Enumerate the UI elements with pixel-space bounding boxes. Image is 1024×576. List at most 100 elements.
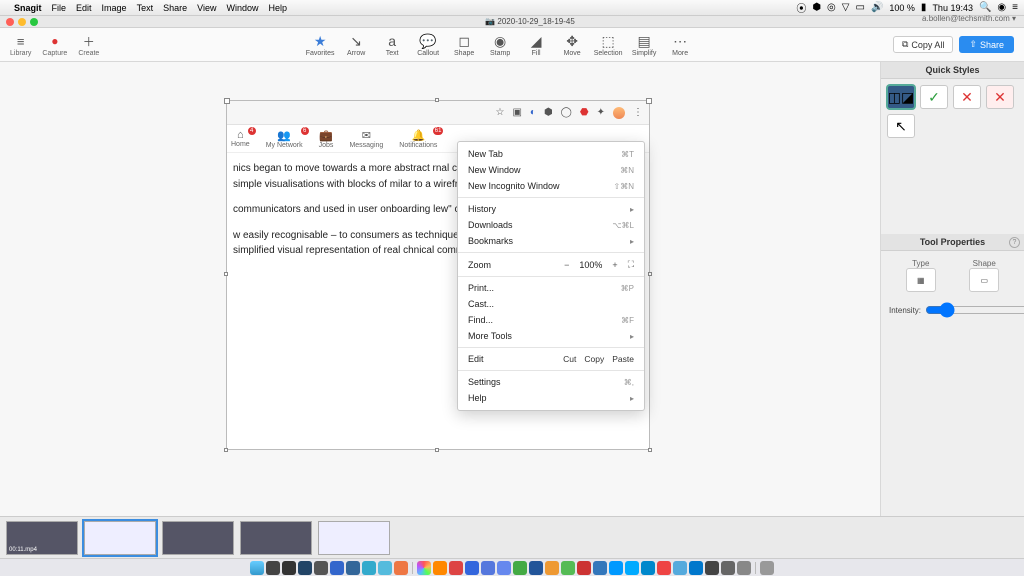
dock-app[interactable] bbox=[625, 561, 639, 575]
menu-help[interactable]: Help▸ bbox=[458, 390, 644, 406]
dock-app[interactable] bbox=[481, 561, 495, 575]
nav-home[interactable]: ⌂4Home bbox=[231, 129, 250, 148]
dock-chrome[interactable] bbox=[417, 561, 431, 575]
nav-messaging[interactable]: ✉Messaging bbox=[349, 129, 383, 149]
dock-app[interactable] bbox=[561, 561, 575, 575]
menu-view[interactable]: View bbox=[197, 3, 216, 13]
tool-text[interactable]: aText bbox=[376, 32, 408, 57]
menu-icon[interactable]: ≡ bbox=[12, 32, 30, 50]
style-x-red[interactable]: ✕ bbox=[953, 85, 981, 109]
dock-app[interactable] bbox=[673, 561, 687, 575]
tool-callout[interactable]: 💬Callout bbox=[412, 32, 444, 57]
dock-app[interactable] bbox=[577, 561, 591, 575]
tray-thumb[interactable] bbox=[318, 521, 390, 555]
help-icon[interactable]: ? bbox=[1009, 237, 1020, 248]
dock-app[interactable] bbox=[689, 561, 703, 575]
dock-app[interactable] bbox=[394, 561, 408, 575]
dock-app[interactable] bbox=[593, 561, 607, 575]
extensions-icon[interactable]: ✦ bbox=[597, 107, 605, 118]
menu-new-window[interactable]: New Window⌘N bbox=[458, 162, 644, 178]
menu-find[interactable]: Find...⌘F bbox=[458, 312, 644, 328]
tool-favorites[interactable]: ★Favorites bbox=[304, 32, 336, 57]
tool-simplify[interactable]: ▤Simplify bbox=[628, 32, 660, 57]
extension-icon[interactable]: ▣ bbox=[512, 107, 521, 118]
dock-finder[interactable] bbox=[250, 561, 264, 575]
share-button[interactable]: ⇧Share bbox=[959, 36, 1014, 53]
dock-app[interactable] bbox=[266, 561, 280, 575]
dock-app[interactable] bbox=[433, 561, 447, 575]
paste-button[interactable]: Paste bbox=[612, 354, 634, 364]
capture-canvas[interactable]: ☆ ▣ ◐ ⬢ ◯ ⬣ ✦ ⋮ ⌂4Home 👥6My Network 💼Job… bbox=[226, 100, 650, 450]
dock-app[interactable] bbox=[609, 561, 623, 575]
menu-history[interactable]: History▸ bbox=[458, 201, 644, 217]
nav-notifications[interactable]: 🔔61Notifications bbox=[399, 129, 437, 149]
dock-app[interactable] bbox=[641, 561, 655, 575]
control-center-icon[interactable]: ◉ bbox=[997, 2, 1006, 13]
tool-move[interactable]: ✥Move bbox=[556, 32, 588, 57]
dock-app[interactable] bbox=[529, 561, 543, 575]
menu-file[interactable]: File bbox=[52, 3, 67, 13]
extension-icon[interactable]: ⬣ bbox=[580, 107, 589, 118]
dock-trash[interactable] bbox=[760, 561, 774, 575]
tool-selection[interactable]: ⬚Selection bbox=[592, 32, 624, 57]
tool-stamp[interactable]: ◉Stamp bbox=[484, 32, 516, 57]
extension-icon[interactable]: ⬢ bbox=[544, 107, 553, 118]
style-swatch-dark[interactable]: ◫◪ bbox=[887, 85, 915, 109]
copy-button[interactable]: Copy bbox=[584, 354, 604, 364]
tray-thumb[interactable] bbox=[240, 521, 312, 555]
menu-new-tab[interactable]: New Tab⌘T bbox=[458, 146, 644, 162]
notifications-icon[interactable]: ≡ bbox=[1012, 2, 1018, 13]
dock-app[interactable] bbox=[513, 561, 527, 575]
close-window[interactable] bbox=[6, 18, 14, 26]
nav-jobs[interactable]: 💼Jobs bbox=[319, 129, 334, 149]
style-cursor[interactable]: ↖ bbox=[887, 114, 915, 138]
menu-more-tools[interactable]: More Tools▸ bbox=[458, 328, 644, 344]
dock-app[interactable] bbox=[298, 561, 312, 575]
zoom-out-button[interactable]: − bbox=[564, 260, 569, 270]
menu-new-incognito[interactable]: New Incognito Window⇧⌘N bbox=[458, 178, 644, 194]
dock-app[interactable] bbox=[465, 561, 479, 575]
shape-selector[interactable]: ▭ bbox=[969, 268, 999, 292]
avatar[interactable] bbox=[613, 107, 625, 119]
menu-window[interactable]: Window bbox=[226, 3, 258, 13]
tool-shape[interactable]: ◻Shape bbox=[448, 32, 480, 57]
dock-app[interactable] bbox=[657, 561, 671, 575]
minimize-window[interactable] bbox=[18, 18, 26, 26]
tool-arrow[interactable]: ↘Arrow bbox=[340, 32, 372, 57]
chrome-menu-icon[interactable]: ⋮ bbox=[633, 107, 643, 118]
search-icon[interactable]: 🔍 bbox=[979, 2, 991, 13]
dock-app[interactable] bbox=[330, 561, 344, 575]
cut-button[interactable]: Cut bbox=[563, 354, 576, 364]
copy-all-button[interactable]: ⧉Copy All bbox=[893, 36, 953, 53]
style-x-red-fill[interactable]: ✕ bbox=[986, 85, 1014, 109]
dock-app[interactable] bbox=[737, 561, 751, 575]
new-icon[interactable]: ＋ bbox=[80, 32, 98, 50]
tray-thumb[interactable]: 00:11.mp4 bbox=[6, 521, 78, 555]
nav-network[interactable]: 👥6My Network bbox=[266, 129, 303, 149]
dock-app[interactable] bbox=[705, 561, 719, 575]
tool-more[interactable]: ⋯More bbox=[664, 32, 696, 57]
zoom-in-button[interactable]: + bbox=[612, 260, 617, 270]
menu-image[interactable]: Image bbox=[102, 3, 127, 13]
account-label[interactable]: a.bollen@techsmith.com ▾ bbox=[922, 14, 1016, 23]
menu-bookmarks[interactable]: Bookmarks▸ bbox=[458, 233, 644, 249]
dock-app[interactable] bbox=[282, 561, 296, 575]
bookmark-icon[interactable]: ☆ bbox=[495, 107, 504, 118]
menu-cast[interactable]: Cast... bbox=[458, 296, 644, 312]
record-icon[interactable]: ● bbox=[46, 32, 64, 50]
dock-app[interactable] bbox=[545, 561, 559, 575]
menu-text[interactable]: Text bbox=[137, 3, 154, 13]
dock-app[interactable] bbox=[449, 561, 463, 575]
tray-thumb[interactable] bbox=[84, 521, 156, 555]
fullscreen-icon[interactable]: ⛶ bbox=[628, 259, 634, 270]
menu-downloads[interactable]: Downloads⌥⌘L bbox=[458, 217, 644, 233]
dock-app[interactable] bbox=[378, 561, 392, 575]
menu-settings[interactable]: Settings⌘, bbox=[458, 374, 644, 390]
menu-edit[interactable]: Edit bbox=[76, 3, 92, 13]
tray-thumb[interactable] bbox=[162, 521, 234, 555]
dock-app[interactable] bbox=[721, 561, 735, 575]
tool-fill[interactable]: ◢Fill bbox=[520, 32, 552, 57]
extension-icon[interactable]: ◯ bbox=[561, 107, 572, 118]
extension-icon[interactable]: ◐ bbox=[530, 107, 536, 118]
style-checkmark[interactable]: ✓ bbox=[920, 85, 948, 109]
